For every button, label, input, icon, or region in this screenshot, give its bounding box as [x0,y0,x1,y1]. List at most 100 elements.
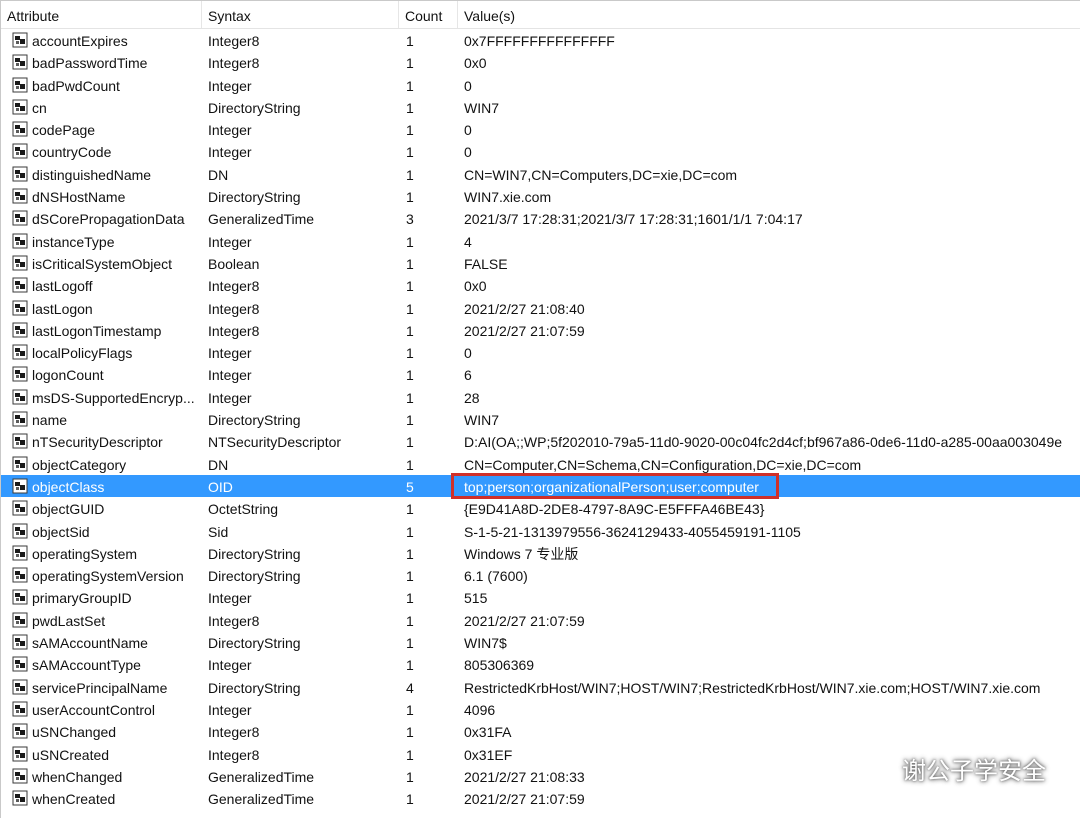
cell-count: 1 [406,746,414,763]
cell-attribute: nTSecurityDescriptor [32,434,163,451]
cell-syntax: Integer8 [208,724,260,741]
table-row[interactable]: accountExpires Integer8 1 0x7FFFFFFFFFFFFFF… [1,29,1080,51]
cell-value: top;person;organizationalPerson;user;com… [464,478,759,495]
column-header-count[interactable]: Count [399,1,458,28]
cell-syntax: DirectoryString [208,412,301,429]
table-row[interactable]: uSNChanged Integer8 1 0x31FA [1,720,1080,742]
attribute-icon [12,210,28,226]
attribute-icon [12,344,28,360]
cell-attribute: distinguishedName [32,166,152,183]
cell-attribute: countryCode [32,144,112,161]
cell-attribute: cn [32,99,47,116]
cell-syntax: Integer [208,590,252,607]
attribute-icon [12,723,28,739]
cell-syntax: Integer [208,233,252,250]
table-row[interactable]: lastLogonTimestamp Integer8 1 2021/2/27 21:… [1,319,1080,341]
table-row[interactable]: dSCorePropagationData GeneralizedTime 3 202… [1,207,1080,229]
table-row[interactable]: badPasswordTime Integer8 1 0x0 [1,51,1080,73]
table-row[interactable]: badPwdCount Integer 1 0 [1,74,1080,96]
cell-syntax: Integer [208,144,252,161]
cell-count: 1 [406,456,414,473]
cell-count: 1 [406,768,414,785]
table-row[interactable]: logonCount Integer 1 6 [1,363,1080,385]
table-row[interactable]: lastLogon Integer8 1 2021/2/27 21:08:40 [1,297,1080,319]
table-row[interactable]: primaryGroupID Integer 1 515 [1,586,1080,608]
cell-count: 1 [406,724,414,741]
attribute-icon [12,366,28,382]
cell-syntax: Integer8 [208,300,260,317]
column-header-syntax[interactable]: Syntax [202,1,399,28]
cell-syntax: NTSecurityDescriptor [208,434,342,451]
wechat-icon [852,753,893,784]
list-header: Attribute Syntax Count Value(s) [1,1,1080,29]
cell-value: 0 [464,345,472,362]
table-row[interactable]: whenCreated GeneralizedTime 1 2021/2/27 21:… [1,787,1080,809]
table-row[interactable]: lastLogoff Integer8 1 0x0 [1,274,1080,296]
cell-attribute: servicePrincipalName [32,679,168,696]
cell-syntax: Integer8 [208,746,260,763]
cell-count: 1 [406,55,414,72]
table-row[interactable]: codePage Integer 1 0 [1,118,1080,140]
table-row[interactable]: countryCode Integer 1 0 [1,140,1080,162]
attribute-icon [12,143,28,159]
cell-count: 1 [406,99,414,116]
cell-attribute: pwdLastSet [32,612,106,629]
table-row[interactable]: objectGUID OctetString 1 {E9D41A8D-2DE8-479… [1,497,1080,519]
cell-syntax: DirectoryString [208,545,301,562]
cell-attribute: dSCorePropagationData [32,211,185,228]
table-row[interactable]: objectClass OID 5 top;person;organizational… [1,474,1080,498]
table-row[interactable]: objectCategory DN 1 CN=Computer,CN=Schema,C… [1,453,1080,475]
table-row[interactable]: dNSHostName DirectoryString 1 WIN7.xie.com [1,185,1080,207]
table-row[interactable]: nTSecurityDescriptor NTSecurityDescriptor… [1,430,1080,452]
attribute-icon [12,77,28,93]
table-row[interactable]: instanceType Integer 1 4 [1,230,1080,252]
cell-syntax: DN [208,166,229,183]
cell-count: 1 [406,166,414,183]
cell-value: 28 [464,389,480,406]
table-row[interactable]: cn DirectoryString 1 WIN7 [1,96,1080,118]
cell-syntax: DirectoryString [208,679,301,696]
column-header-attribute[interactable]: Attribute [1,1,202,28]
table-row[interactable]: pwdLastSet Integer8 1 2021/2/27 21:07:59 [1,609,1080,631]
cell-syntax: Sid [208,523,229,540]
attribute-list-view[interactable]: Attribute Syntax Count Value(s) accountE… [0,0,1080,818]
attribute-icon [12,166,28,182]
column-header-values[interactable]: Value(s) [458,1,1080,28]
attribute-icon [12,567,28,583]
cell-count: 1 [406,590,414,607]
cell-attribute: accountExpires [32,33,128,49]
cell-value: 4 [464,233,472,250]
table-row[interactable]: isCriticalSystemObject Boolean 1 FALSE [1,252,1080,274]
table-row[interactable]: msDS-SupportedEncryp... Integer 1 28 [1,386,1080,408]
table-row[interactable]: sAMAccountName DirectoryString 1 WIN7$ [1,631,1080,653]
cell-syntax: Integer8 [208,278,260,295]
table-row[interactable]: sAMAccountType Integer 1 805306369 [1,653,1080,675]
table-row[interactable]: userAccountControl Integer 1 4096 [1,698,1080,720]
cell-value: 0 [464,144,472,161]
table-row[interactable]: name DirectoryString 1 WIN7 [1,408,1080,430]
watermark: 谢公子学安全 [852,751,1046,786]
table-row[interactable]: operatingSystemVersion DirectoryString 1 6.… [1,564,1080,586]
cell-attribute: codePage [32,122,96,139]
cell-value: 0x0 [464,278,487,295]
table-row[interactable]: distinguishedName DN 1 CN=WIN7,CN=Computers… [1,163,1080,185]
table-row[interactable]: servicePrincipalName DirectoryString 4 Rest… [1,676,1080,698]
cell-count: 1 [406,33,414,49]
cell-count: 1 [406,545,414,562]
cell-value: 0 [464,77,472,94]
table-row[interactable]: objectSid Sid 1 S-1-5-21-1313979556-3624129… [1,520,1080,542]
cell-value: WIN7 [464,99,499,116]
cell-attribute: dNSHostName [32,189,126,206]
cell-count: 1 [406,144,414,161]
cell-attribute: operatingSystem [32,545,138,562]
cell-value: 805306369 [464,657,535,674]
cell-count: 1 [406,412,414,429]
cell-value: 2021/2/27 21:07:59 [464,612,585,629]
attribute-icon [12,411,28,427]
cell-attribute: objectSid [32,523,90,540]
cell-syntax: DirectoryString [208,635,301,652]
attribute-icon [12,746,28,761]
table-row[interactable]: localPolicyFlags Integer 1 0 [1,341,1080,363]
attribute-icon [12,433,28,449]
table-row[interactable]: operatingSystem DirectoryString 1 Windows 7… [1,542,1080,564]
